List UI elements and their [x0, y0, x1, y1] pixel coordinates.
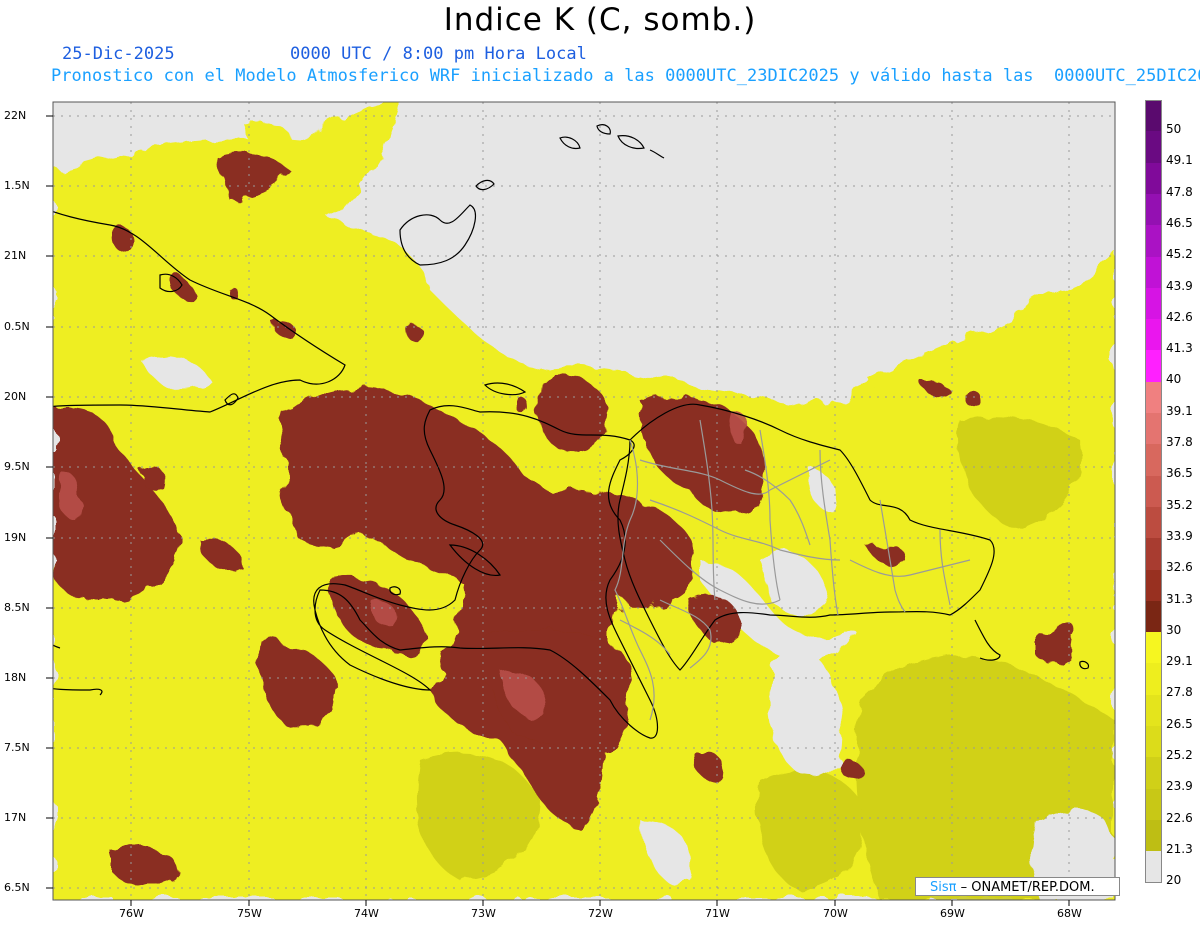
- colorbar-label: 31.3: [1166, 591, 1193, 606]
- colorbar-label: 36.5: [1166, 466, 1193, 481]
- colorbar-label: 47.8: [1166, 184, 1193, 199]
- colorbar-label: 50: [1166, 122, 1182, 136]
- lon-label: 70W: [823, 907, 848, 920]
- colorbar-label: 37.8: [1166, 435, 1193, 449]
- lat-label: 19N: [4, 531, 27, 544]
- sispi-logo: Sisπ: [930, 880, 957, 895]
- colorbar-label: 33.9: [1166, 528, 1193, 543]
- colorbar-label: 32.6: [1166, 560, 1193, 575]
- lon-label: 72W: [588, 907, 613, 920]
- lat-label: 17N: [4, 811, 27, 824]
- colorbar-label: 35.2: [1166, 497, 1193, 512]
- colorbar-label: 22.6: [1166, 810, 1193, 825]
- colorbar-label: 46.5: [1166, 215, 1193, 230]
- k-index-map: [46, 101, 1116, 906]
- lat-label: 8.5N: [4, 601, 30, 614]
- colorbar-label: 20: [1166, 873, 1182, 888]
- colorbar-label: 41.3: [1166, 341, 1193, 356]
- colorbar-label: 27.8: [1166, 685, 1193, 700]
- credit-text: – ONAMET/REP.DOM.: [956, 880, 1095, 895]
- lat-label: 20N: [4, 390, 27, 403]
- lat-label: 1.5N: [4, 179, 30, 192]
- lat-label: 22N: [4, 109, 27, 122]
- colorbar-label: 49.1: [1166, 153, 1193, 168]
- credit-box: Sisπ – ONAMET/REP.DOM.: [915, 877, 1120, 896]
- colorbar-label: 26.5: [1166, 716, 1193, 731]
- colorbar-label: 40: [1166, 372, 1182, 387]
- colorbar-label: 45.2: [1166, 247, 1193, 262]
- colorbar-label: 43.9: [1166, 278, 1193, 293]
- colorbar-label: 29.1: [1166, 654, 1193, 669]
- colorbar-label: 21.3: [1166, 841, 1193, 856]
- lon-label: 69W: [940, 907, 965, 920]
- lon-label: 76W: [119, 907, 144, 920]
- lat-label: 21N: [4, 249, 27, 262]
- colorbar-label: 30: [1166, 622, 1182, 637]
- colorbar-label: 25.2: [1166, 748, 1193, 762]
- lat-label: 0.5N: [4, 320, 30, 333]
- lat-label: 18N: [4, 671, 27, 684]
- lon-label: 73W: [471, 907, 496, 920]
- colorbar-frame: [1145, 100, 1162, 883]
- lat-label: 6.5N: [4, 881, 30, 894]
- colorbar-label: 39.1: [1166, 403, 1193, 418]
- lat-label: 7.5N: [4, 741, 30, 754]
- lon-label: 71W: [705, 907, 730, 920]
- lon-label: 74W: [354, 907, 379, 920]
- colorbar-label: 23.9: [1166, 779, 1193, 794]
- lon-label: 68W: [1057, 907, 1082, 920]
- colorbar-label: 42.6: [1166, 309, 1193, 324]
- lon-label: 75W: [237, 907, 262, 920]
- lat-label: 9.5N: [4, 460, 30, 473]
